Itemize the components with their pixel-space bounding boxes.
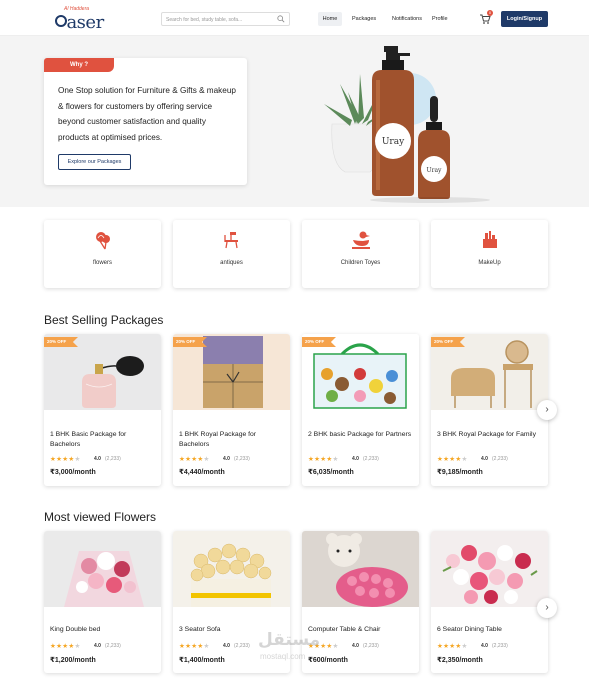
rating-value: 4.0 bbox=[481, 643, 488, 649]
category-children-toys[interactable]: Children Toyes bbox=[302, 220, 419, 288]
cart-count-badge: 0 bbox=[487, 10, 493, 16]
search-icon[interactable] bbox=[277, 15, 285, 23]
package-card[interactable]: 20% OFF 2 BHK basic Package for Partners… bbox=[302, 334, 419, 486]
most-viewed-title: Most viewed Flowers bbox=[44, 510, 157, 524]
package-name[interactable]: 1 BHK Basic Package for Bachelors bbox=[50, 430, 155, 449]
rating-value: 4.0 bbox=[94, 456, 101, 462]
watermark-arabic: مستقل bbox=[258, 630, 321, 650]
rating-stars: ★★★★★ bbox=[308, 456, 339, 463]
rating-count: (2,233) bbox=[234, 456, 250, 462]
rating-value: 4.0 bbox=[352, 456, 359, 462]
rating-stars: ★★★★★ bbox=[179, 643, 210, 650]
login-signup-button[interactable]: Login/Signup bbox=[501, 11, 548, 27]
rating-value: 4.0 bbox=[352, 643, 359, 649]
package-card[interactable]: 20% OFF 1 BHK Basic Package for Bachelor… bbox=[44, 334, 161, 486]
rating-value: 4.0 bbox=[223, 456, 230, 462]
price: ₹1,200/month bbox=[50, 657, 96, 664]
rating-count: (2,233) bbox=[363, 643, 379, 649]
discount-badge: 20% OFF bbox=[173, 337, 207, 347]
price: ₹2,350/month bbox=[437, 657, 483, 664]
rating-value: 4.0 bbox=[223, 643, 230, 649]
why-card: Why ? One Stop solution for Furniture & … bbox=[44, 58, 247, 185]
flower-name[interactable]: 6 Seator Dining Table bbox=[437, 625, 542, 635]
category-flowers[interactable]: flowers bbox=[44, 220, 161, 288]
rating-count: (2,233) bbox=[363, 456, 379, 462]
category-makeup[interactable]: MakeUp bbox=[431, 220, 548, 288]
category-label: antiques bbox=[220, 260, 243, 266]
discount-badge: 20% OFF bbox=[302, 337, 336, 347]
discount-badge: 20% OFF bbox=[431, 337, 465, 347]
nav-packages[interactable]: Packages bbox=[352, 12, 376, 26]
carousel-next-button[interactable]: › bbox=[537, 400, 557, 420]
rating-count: (2,233) bbox=[234, 643, 250, 649]
package-card[interactable]: 20% OFF 3 BHK Royal Package for Family ★… bbox=[431, 334, 548, 486]
rating-stars: ★★★★★ bbox=[437, 456, 468, 463]
flower-card[interactable]: King Double bed ★★★★★ 4.0 (2,233) ₹1,200… bbox=[44, 531, 161, 673]
toy-duck-icon bbox=[352, 231, 370, 249]
flower-card[interactable]: 6 Seator Dining Table ★★★★★ 4.0 (2,233) … bbox=[431, 531, 548, 673]
price: ₹6,035/month bbox=[308, 469, 354, 476]
why-tab: Why ? bbox=[44, 58, 114, 72]
carousel-next-button[interactable]: › bbox=[537, 598, 557, 618]
logo-wordmark: aser bbox=[66, 12, 104, 33]
category-antiques[interactable]: antiques bbox=[173, 220, 290, 288]
rating-value: 4.0 bbox=[94, 643, 101, 649]
makeup-icon bbox=[483, 231, 497, 248]
rating-stars: ★★★★★ bbox=[437, 643, 468, 650]
top-navbar: Al Haddera aser Home Packages Notificati… bbox=[0, 0, 589, 36]
why-description: One Stop solution for Furniture & Gifts … bbox=[58, 86, 236, 142]
rating-count: (2,233) bbox=[105, 643, 121, 649]
rating-stars: ★★★★★ bbox=[50, 643, 81, 650]
watermark-latin: mostaql.com bbox=[260, 652, 306, 661]
rating-count: (2,233) bbox=[492, 456, 508, 462]
search-box[interactable] bbox=[161, 12, 290, 26]
bottle-label: Uray bbox=[382, 137, 405, 147]
category-label: MakeUp bbox=[478, 260, 501, 266]
package-name[interactable]: 3 BHK Royal Package for Family bbox=[437, 430, 542, 440]
explore-packages-button[interactable]: Explore our Packages bbox=[58, 154, 131, 170]
search-input[interactable] bbox=[166, 14, 278, 25]
package-card[interactable]: 20% OFF 1 BHK Royal Package for Bachelor… bbox=[173, 334, 290, 486]
flower-name[interactable]: King Double bed bbox=[50, 625, 155, 635]
chevron-right-icon: › bbox=[545, 404, 549, 415]
price: ₹1,400/month bbox=[179, 657, 225, 664]
rating-stars: ★★★★★ bbox=[179, 456, 210, 463]
furniture-icon bbox=[224, 232, 238, 249]
hero-banner: Why ? One Stop solution for Furniture & … bbox=[0, 36, 589, 207]
nav-home[interactable]: Home bbox=[318, 12, 342, 26]
flowers-icon bbox=[96, 232, 110, 250]
price: ₹3,000/month bbox=[50, 469, 96, 476]
product-image bbox=[44, 531, 161, 607]
rating-count: (2,233) bbox=[105, 456, 121, 462]
small-bottle-label: Uray bbox=[427, 167, 443, 174]
cart-button[interactable]: 0 bbox=[479, 10, 493, 25]
category-label: Children Toyes bbox=[340, 260, 381, 266]
watermark: مستقل mostaql.com bbox=[258, 630, 328, 666]
product-image bbox=[431, 531, 548, 607]
logo[interactable]: Al Haddera aser bbox=[52, 6, 112, 33]
chevron-right-icon: › bbox=[545, 602, 549, 613]
nav-profile[interactable]: Profile bbox=[432, 12, 448, 26]
category-label: flowers bbox=[92, 260, 112, 266]
price: ₹4,440/month bbox=[179, 469, 225, 476]
product-image bbox=[173, 531, 290, 607]
hero-product-image: Uray Uray bbox=[324, 46, 490, 203]
rating-stars: ★★★★★ bbox=[50, 456, 81, 463]
price: ₹9,185/month bbox=[437, 469, 483, 476]
rating-value: 4.0 bbox=[481, 456, 488, 462]
best-selling-title: Best Selling Packages bbox=[44, 313, 164, 327]
package-name[interactable]: 1 BHK Royal Package for Bachelors bbox=[179, 430, 284, 449]
product-image bbox=[302, 531, 419, 607]
rating-count: (2,233) bbox=[492, 643, 508, 649]
nav-notifications[interactable]: Notifications bbox=[392, 12, 422, 26]
package-name[interactable]: 2 BHK basic Package for Partners bbox=[308, 430, 413, 440]
